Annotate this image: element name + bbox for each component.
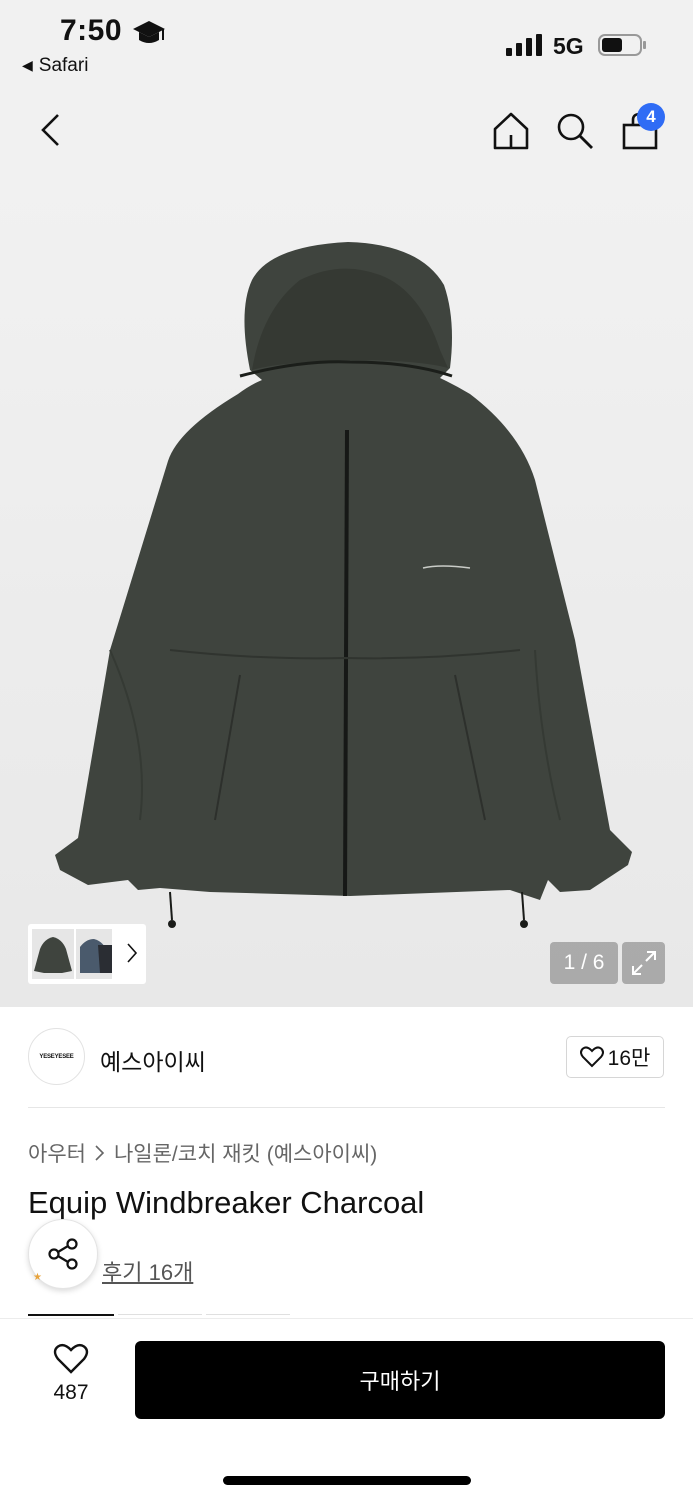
bottom-action-bar: 487 구매하기: [0, 1318, 693, 1500]
search-icon: [557, 113, 593, 149]
expand-icon: [631, 951, 656, 975]
battery-icon: [598, 34, 646, 56]
thumbnail-jacket-charcoal-image: [34, 937, 72, 973]
buy-button[interactable]: 구매하기: [135, 1341, 665, 1419]
thumbnail-1[interactable]: [32, 929, 74, 979]
back-app-label: Safari: [38, 55, 89, 76]
rating-star-icon: ★: [33, 1272, 42, 1283]
chevron-right-icon: [95, 1145, 105, 1161]
product-image-gallery[interactable]: 1 / 6: [0, 180, 693, 1007]
heart-icon: [53, 1343, 89, 1374]
brand-logo[interactable]: YESEYESEE: [28, 1028, 85, 1085]
image-thumbnail-strip[interactable]: [28, 924, 146, 984]
product-title: Equip Windbreaker Charcoal: [28, 1185, 425, 1220]
breadcrumb-outer[interactable]: 아우터: [28, 1138, 86, 1168]
top-navigation: [0, 90, 693, 180]
breadcrumb-category[interactable]: 나일론/코치 재킷 (예스아이씨): [114, 1138, 377, 1168]
brand-like-button[interactable]: 16만: [566, 1036, 664, 1078]
chevron-left-icon: [41, 114, 59, 146]
network-type: 5G: [553, 33, 584, 59]
expand-image-button[interactable]: [622, 942, 665, 984]
cellular-signal-icon: [506, 34, 542, 56]
thumbnail-2[interactable]: [76, 929, 112, 979]
heart-icon: [579, 1046, 604, 1068]
brand-name[interactable]: 예스아이씨: [100, 1043, 206, 1077]
brand-logo-text: YESEYESEE: [39, 1053, 74, 1060]
review-count-link[interactable]: 후기 16개: [102, 1255, 193, 1287]
image-page-counter: 1 / 6: [550, 942, 618, 984]
wishlist-button[interactable]: 487: [36, 1343, 106, 1413]
thumbnail-jacket-blue-image: [80, 939, 112, 973]
brand-like-count: 16만: [607, 1047, 651, 1070]
wishlist-count: 487: [53, 1381, 89, 1404]
chevron-right-icon: [127, 943, 138, 963]
search-button[interactable]: [552, 108, 598, 154]
back-button[interactable]: [28, 108, 72, 152]
section-divider: [28, 1107, 665, 1108]
cart-count-badge: 4: [637, 103, 665, 131]
category-breadcrumb: 아우터 나일론/코치 재킷 (예스아이씨): [28, 1138, 377, 1168]
home-icon: [493, 112, 529, 150]
brand-row: YESEYESEE 예스아이씨 16만: [28, 1028, 665, 1086]
status-bar: 7:50 ◀ Safari 5G: [0, 0, 693, 90]
share-icon: [48, 1238, 78, 1270]
status-time: 7:50: [60, 14, 123, 47]
back-to-app-link[interactable]: ◀ Safari: [22, 55, 88, 77]
back-triangle-icon: ◀: [22, 57, 33, 73]
home-button[interactable]: [488, 108, 534, 154]
home-indicator[interactable]: [223, 1476, 471, 1485]
product-image-jacket: [55, 242, 632, 928]
graduation-cap-icon: [133, 21, 165, 43]
